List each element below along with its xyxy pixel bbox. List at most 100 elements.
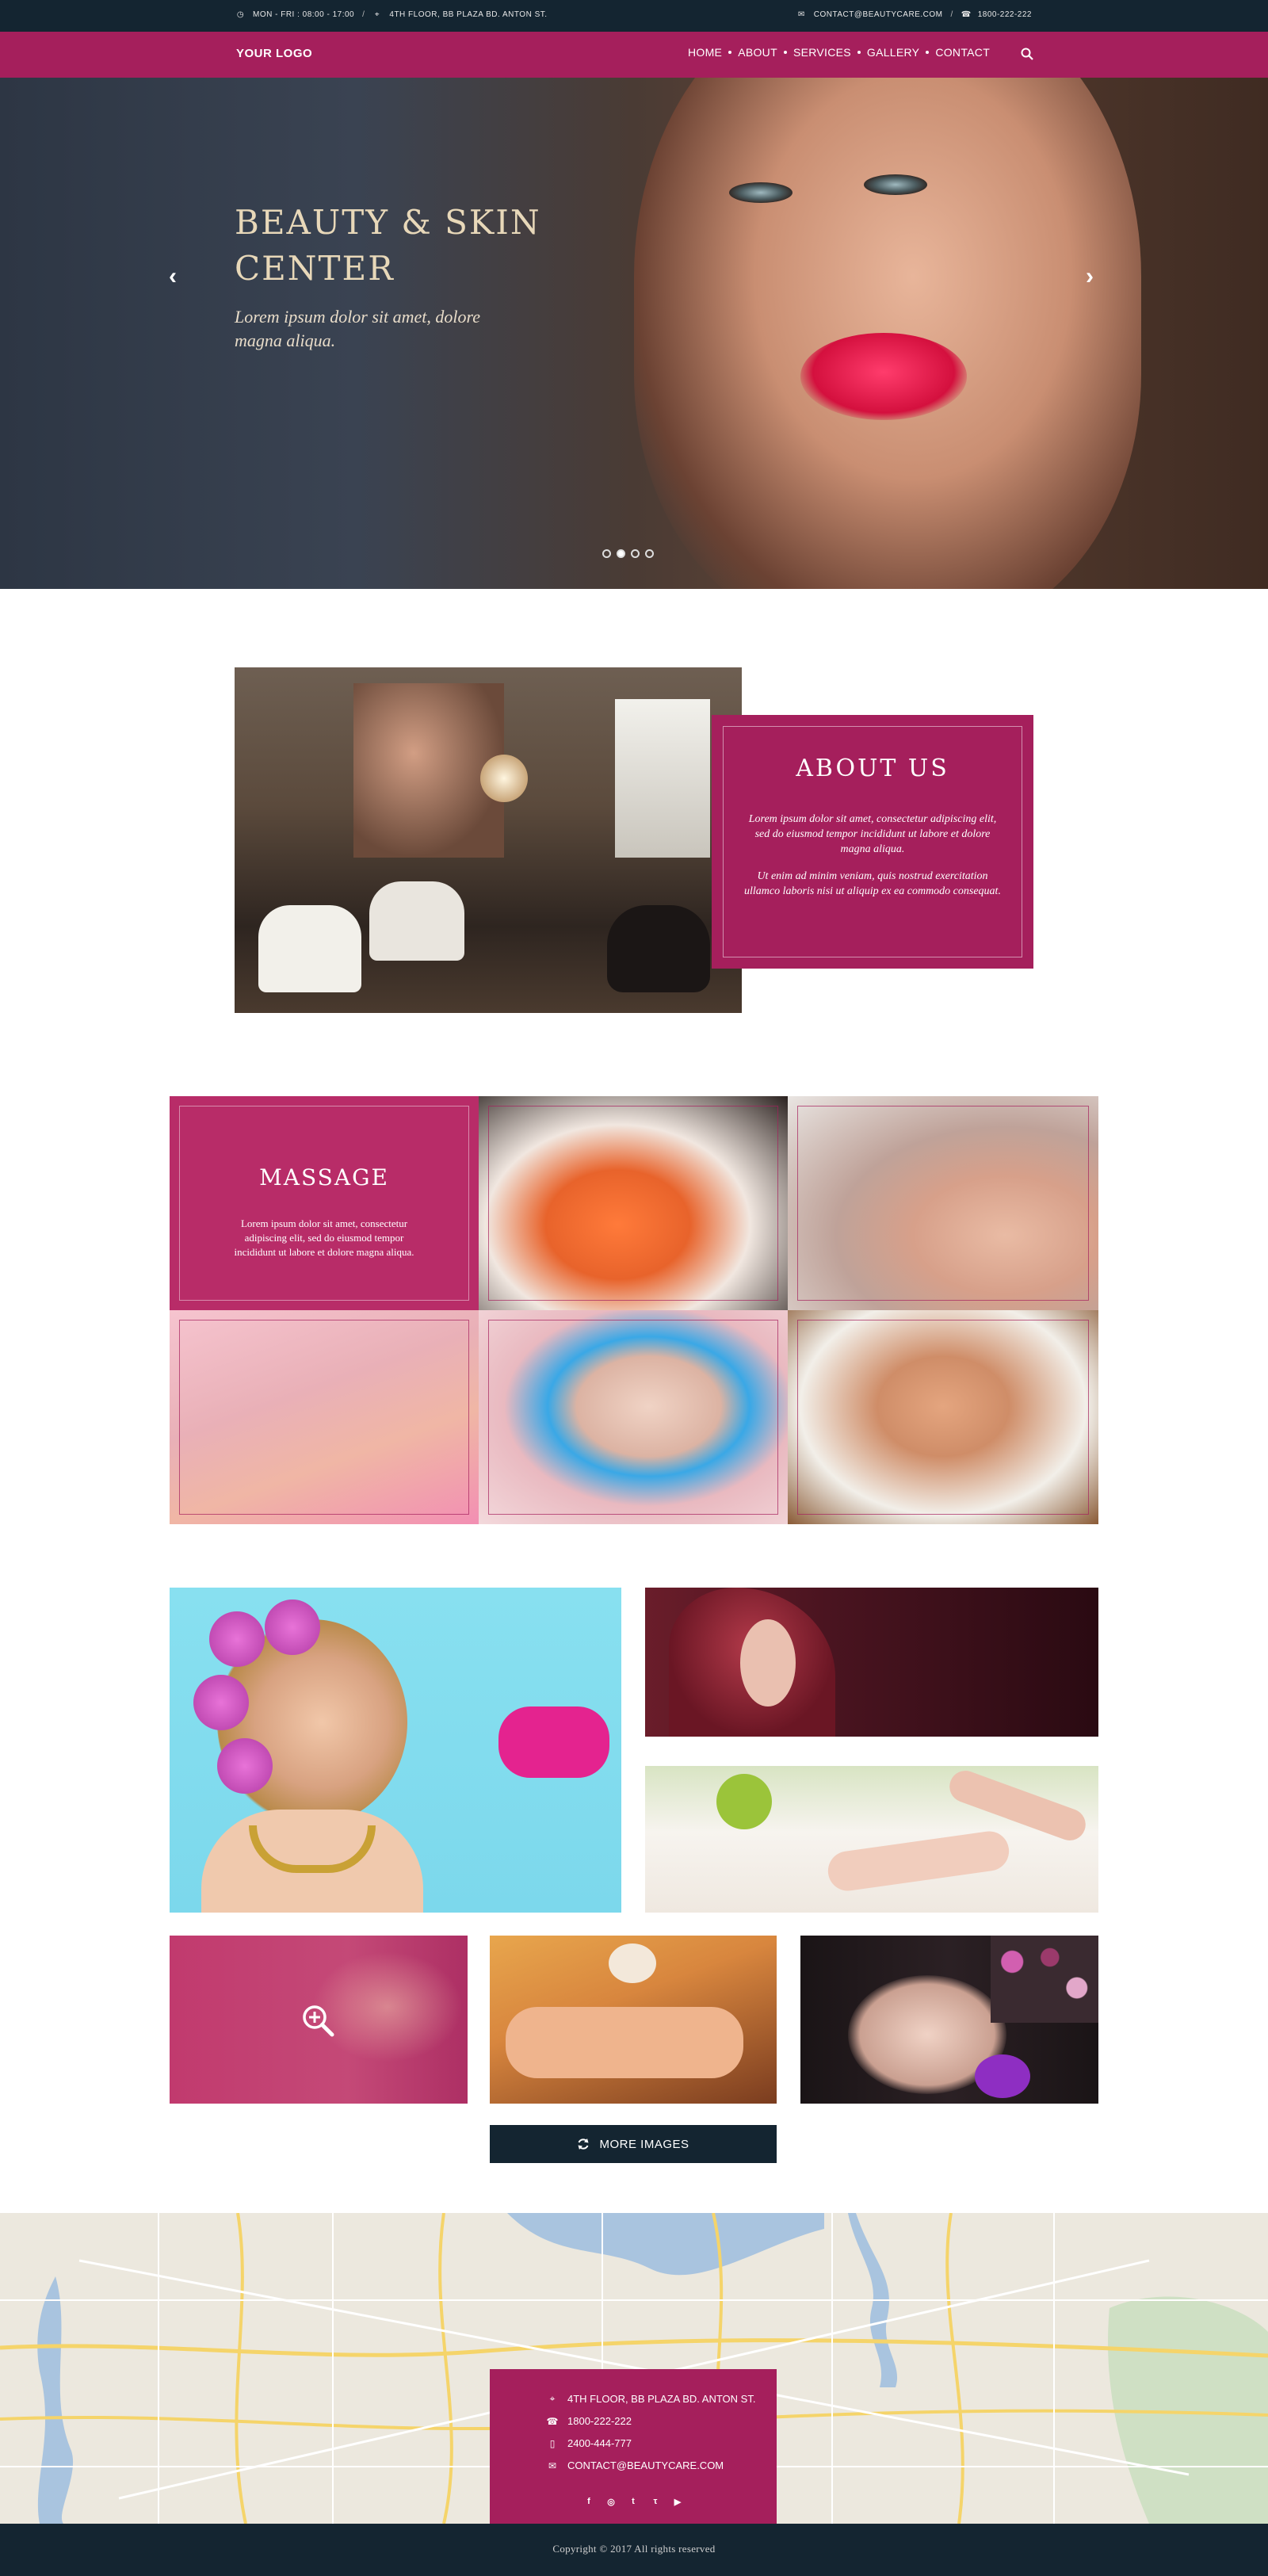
map-pin-icon: ⌖: [374, 10, 380, 19]
gallery-image-manicure[interactable]: [645, 1766, 1098, 1913]
nav-services[interactable]: SERVICES: [787, 46, 857, 59]
business-hours: MON - FRI : 08:00 - 17:00: [253, 10, 355, 19]
gallery-image-pedicure[interactable]: [490, 1936, 777, 2104]
top-email-link[interactable]: CONTACT@BEAUTYCARE.COM: [814, 10, 943, 19]
about-us-card: ABOUT US Lorem ipsum dolor sit amet, con…: [712, 715, 1033, 969]
top-info-right: ✉ CONTACT@BEAUTYCARE.COM / ☎ 1800-222-22…: [797, 10, 1032, 19]
hero-model-image: [634, 32, 1141, 589]
location-map[interactable]: ⌖ 4TH FLOOR, BB PLAZA BD. ANTON ST. ☎ 18…: [0, 2213, 1268, 2524]
client-hand: [825, 1829, 1012, 1894]
hair-roller: [265, 1599, 320, 1655]
copyright-text: Copyright © 2017 All rights reserved: [552, 2543, 716, 2555]
hair-roller: [217, 1738, 273, 1794]
slider-dots: [602, 549, 654, 558]
hero-subtitle: Lorem ipsum dolor sit amet, dolore magna…: [235, 307, 481, 350]
chevron-right-icon[interactable]: ›: [1086, 263, 1094, 290]
youtube-icon[interactable]: ▶: [672, 2496, 683, 2507]
more-images-label: MORE IMAGES: [599, 2137, 689, 2151]
main-navbar: YOUR LOGO HOME ABOUT SERVICES GALLERY CO…: [0, 32, 1268, 78]
phone-icon: ☎: [961, 10, 972, 19]
facebook-icon[interactable]: f: [583, 2496, 594, 2507]
contact-phone-2[interactable]: 2400-444-777: [567, 2437, 632, 2449]
slider-dot-3[interactable]: [631, 549, 640, 558]
orchid-flower: [609, 1943, 656, 1983]
main-nav: HOME ABOUT SERVICES GALLERY CONTACT: [682, 46, 996, 59]
nav-home[interactable]: HOME: [682, 46, 728, 59]
nav-about[interactable]: ABOUT: [731, 46, 784, 59]
instagram-icon[interactable]: ◎: [605, 2496, 617, 2507]
gallery-image-eye-makeup[interactable]: [800, 1936, 1098, 2104]
makeup-palette: [991, 1936, 1098, 2023]
contact-phone-1[interactable]: 1800-222-222: [567, 2415, 632, 2427]
top-info-left: ◷ MON - FRI : 08:00 - 17:00 / ⌖ 4TH FLOO…: [236, 10, 548, 19]
gallery-image-spa[interactable]: [170, 1936, 468, 2104]
service-tile-massage[interactable]: MASSAGE Lorem ipsum dolor sit amet, cons…: [170, 1096, 479, 1310]
slider-dot-2[interactable]: [617, 549, 625, 558]
salon-wash-basin: [258, 905, 361, 992]
salon-lamp: [480, 755, 528, 802]
gallery-image-curlers[interactable]: [170, 1588, 621, 1913]
contact-phone-row: ☎ 1800-222-222: [547, 2415, 632, 2427]
site-footer: Copyright © 2017 All rights reserved: [0, 2524, 1268, 2576]
chevron-left-icon[interactable]: ‹: [169, 263, 177, 290]
about-paragraph-1: Lorem ipsum dolor sit amet, consectetur …: [748, 813, 997, 855]
refresh-icon: [578, 2138, 589, 2150]
nav-contact[interactable]: CONTACT: [929, 46, 996, 59]
service-tile-injection[interactable]: [788, 1096, 1098, 1310]
top-phone[interactable]: 1800-222-222: [978, 10, 1032, 19]
mobile-icon: ▯: [549, 2437, 556, 2449]
top-info-bar: ◷ MON - FRI : 08:00 - 17:00 / ⌖ 4TH FLOO…: [0, 0, 1268, 32]
search-icon[interactable]: [1021, 48, 1033, 60]
clock-icon: ◷: [236, 10, 245, 19]
about-paragraph-2: Ut enim ad minim veniam, quis nostrud ex…: [744, 870, 1001, 897]
manicurist-hand: [945, 1766, 1090, 1845]
more-images-button[interactable]: MORE IMAGES: [490, 2125, 777, 2163]
zoom-in-icon[interactable]: [300, 2003, 335, 2038]
tile-frame: [488, 1320, 778, 1515]
contact-address: 4TH FLOOR, BB PLAZA BD. ANTON ST.: [567, 2393, 756, 2405]
tile-frame: [797, 1106, 1089, 1301]
tile-frame: [179, 1320, 469, 1515]
service-tile-makeup[interactable]: [479, 1310, 788, 1524]
contact-email-row: ✉ CONTACT@BEAUTYCARE.COM: [547, 2459, 724, 2471]
purple-orchid: [975, 2054, 1030, 2098]
envelope-icon: ✉: [797, 10, 805, 19]
map-pin-icon: ⌖: [549, 2393, 556, 2404]
hair-roller: [193, 1675, 249, 1730]
tile-frame: [179, 1106, 469, 1301]
slider-dot-1[interactable]: [602, 549, 611, 558]
hair-dryer: [498, 1707, 609, 1778]
service-tile-facial[interactable]: [479, 1096, 788, 1310]
social-links: f ◎ t τ ▶: [490, 2496, 777, 2507]
twitter-icon[interactable]: t: [628, 2496, 639, 2507]
contact-email[interactable]: CONTACT@BEAUTYCARE.COM: [567, 2459, 724, 2471]
phone-icon: ☎: [546, 2415, 559, 2427]
tile-frame: [797, 1320, 1089, 1515]
service-tile-nails[interactable]: [788, 1310, 1098, 1524]
salon-chair: [607, 905, 710, 992]
separator: /: [362, 10, 365, 19]
gallery-model-face: [740, 1619, 796, 1707]
envelope-icon: ✉: [548, 2459, 557, 2471]
service-text-massage: Lorem ipsum dolor sit amet, consectetur …: [234, 1217, 414, 1258]
separator: /: [950, 10, 953, 19]
gallery-image-hair[interactable]: [645, 1588, 1098, 1737]
site-logo[interactable]: YOUR LOGO: [236, 47, 312, 60]
hero-model-eye: [864, 174, 927, 195]
service-tile-waxing[interactable]: [170, 1310, 479, 1524]
tile-frame: [488, 1106, 778, 1301]
hair-roller: [209, 1611, 265, 1667]
salon-window: [615, 699, 710, 858]
contact-card: ⌖ 4TH FLOOR, BB PLAZA BD. ANTON ST. ☎ 18…: [490, 2369, 777, 2524]
contact-address-row: ⌖ 4TH FLOOR, BB PLAZA BD. ANTON ST.: [547, 2393, 756, 2405]
hero-model-eye: [729, 182, 792, 203]
nav-gallery[interactable]: GALLERY: [861, 46, 926, 59]
about-title: ABOUT US: [796, 755, 949, 782]
contact-mobile-row: ▯ 2400-444-777: [547, 2437, 632, 2449]
hero-title: BEAUTY & SKIN CENTER: [235, 203, 541, 288]
hero-slider: BEAUTY & SKIN CENTER Lorem ipsum dolor s…: [0, 32, 1268, 589]
tumblr-icon[interactable]: τ: [650, 2496, 661, 2507]
slider-dot-4[interactable]: [645, 549, 654, 558]
top-address: 4TH FLOOR, BB PLAZA BD. ANTON ST.: [389, 10, 548, 19]
service-title-massage: MASSAGE: [259, 1164, 389, 1191]
